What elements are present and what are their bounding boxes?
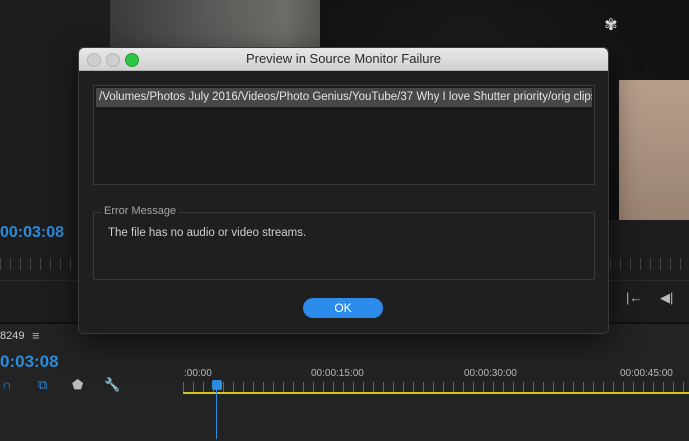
timeline-tick-label: 00:00:30:00 (464, 368, 517, 379)
ok-button[interactable]: OK (303, 298, 383, 318)
go-to-in-icon[interactable]: |← (626, 290, 642, 305)
failed-files-list[interactable]: /Volumes/Photos July 2016/Videos/Photo G… (93, 85, 595, 185)
panel-menu-icon[interactable]: ≡ (32, 328, 40, 343)
list-item[interactable]: /Volumes/Photos July 2016/Videos/Photo G… (96, 88, 592, 107)
error-message-text: The file has no audio or video streams. (108, 227, 307, 239)
snap-magnet-icon[interactable]: ∩ (2, 377, 11, 392)
timeline-timecode[interactable]: 0:03:08 (0, 352, 59, 372)
dialog-title: Preview in Source Monitor Failure (245, 51, 442, 66)
timeline-tick-label: :00:00 (184, 368, 212, 379)
linked-selection-icon[interactable]: ⧉ (38, 377, 47, 393)
shirt-logo-icon: ✾ (604, 17, 618, 34)
timeline-ruler[interactable] (183, 382, 689, 392)
error-message-legend: Error Message (102, 205, 179, 217)
timeline-tick-label: 00:00:15:00 (311, 368, 364, 379)
video-frame-face (619, 80, 689, 220)
add-marker-icon[interactable]: ⬟ (72, 377, 83, 393)
source-timecode[interactable]: 00:03:08 (0, 224, 64, 242)
error-message-group: Error Message The file has no audio or v… (93, 205, 595, 280)
playhead-handle[interactable] (212, 380, 222, 390)
dialog-titlebar[interactable]: Preview in Source Monitor Failure (79, 48, 608, 71)
sequence-tab[interactable]: 8249 (0, 330, 24, 342)
error-dialog: Preview in Source Monitor Failure /Volum… (78, 47, 609, 334)
work-area-bar[interactable] (183, 392, 689, 394)
timeline-tick-label: 00:00:45:00 (620, 368, 673, 379)
step-back-icon[interactable]: ◀| (660, 290, 673, 306)
wrench-icon[interactable]: 🔧 (104, 377, 120, 393)
playhead-line (216, 390, 217, 439)
